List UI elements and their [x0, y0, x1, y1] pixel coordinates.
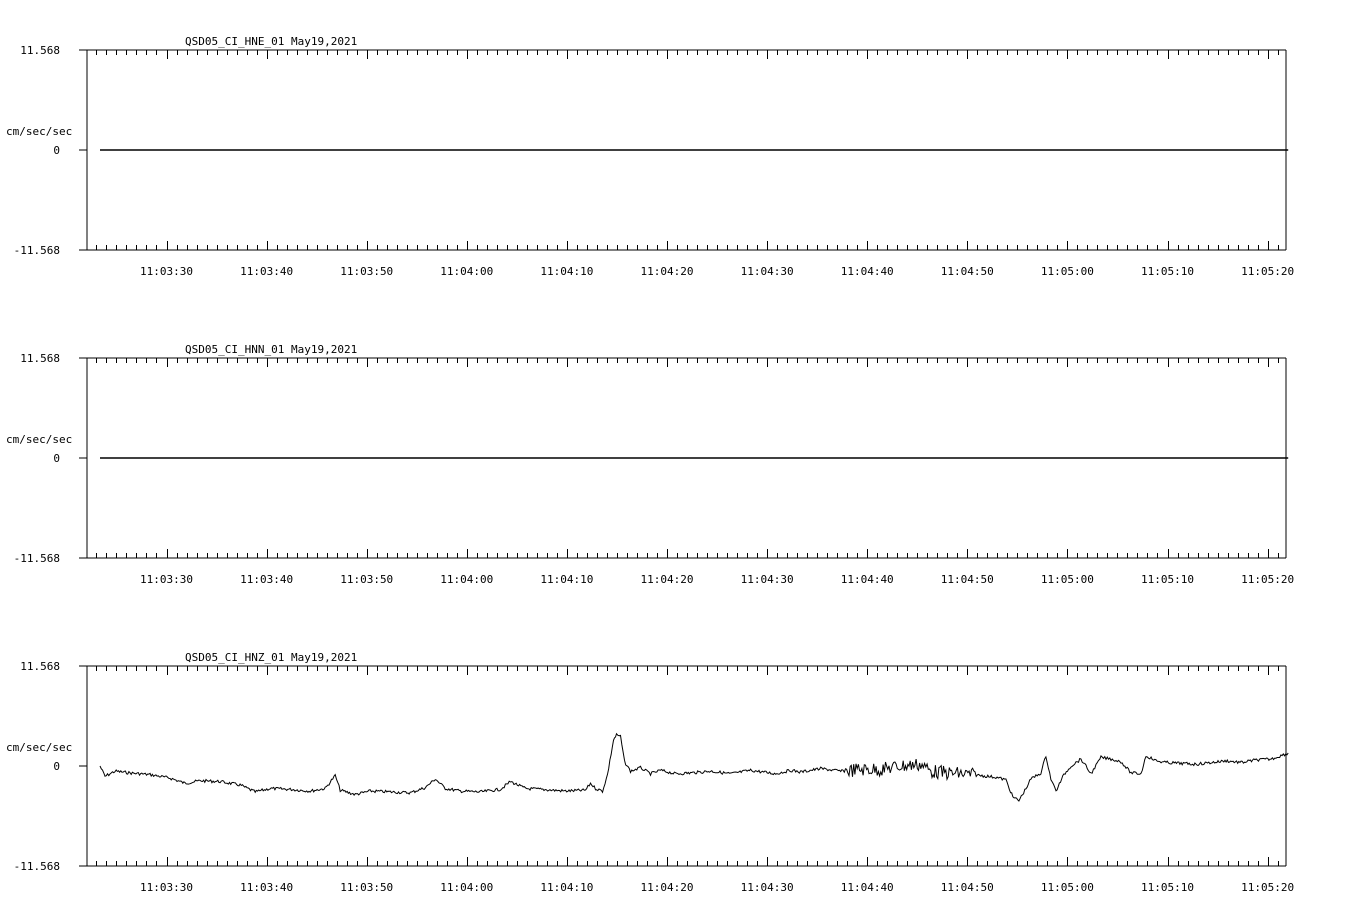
x-tick-label: 11:04:30 — [741, 573, 794, 586]
x-tick-label: 11:04:40 — [841, 265, 894, 278]
y-tick-label: 0 — [53, 144, 60, 157]
x-tick-label: 11:03:30 — [140, 881, 193, 894]
x-tick-label: 11:05:10 — [1141, 265, 1194, 278]
x-tick-label: 11:03:50 — [340, 881, 393, 894]
panel-title: QSD05_CI_HNE_01 May19,2021 — [185, 35, 357, 48]
x-tick-label: 11:04:40 — [841, 573, 894, 586]
x-tick-label: 11:04:00 — [440, 573, 493, 586]
y-tick-label: -11.568 — [14, 552, 60, 565]
x-tick-label: 11:05:20 — [1241, 265, 1294, 278]
y-axis-label: cm/sec/sec — [6, 741, 72, 754]
y-tick-label: 11.568 — [20, 352, 60, 365]
x-tick-label: 11:05:10 — [1141, 573, 1194, 586]
x-tick-label: 11:04:50 — [941, 265, 994, 278]
x-tick-label: 11:03:30 — [140, 265, 193, 278]
x-tick-label: 11:03:40 — [240, 573, 293, 586]
panel-1: 11.568 0 -11.568 cm/sec/sec QSD05_CI_HNE_01 … — [6, 35, 1294, 278]
x-tick-label: 11:04:20 — [641, 265, 694, 278]
panel-3: 11.568 0 -11.568 cm/sec/sec QSD05_CI_HNZ_01 … — [6, 651, 1294, 894]
x-tick-label: 11:03:40 — [240, 881, 293, 894]
x-tick-label: 11:04:10 — [540, 573, 593, 586]
x-tick-label: 11:04:50 — [941, 881, 994, 894]
panel-title: QSD05_CI_HNN_01 May19,2021 — [185, 343, 357, 356]
x-tick-label: 11:04:00 — [440, 265, 493, 278]
x-tick-label: 11:03:50 — [340, 265, 393, 278]
x-tick-label: 11:05:00 — [1041, 573, 1094, 586]
x-tick-label: 11:04:20 — [641, 573, 694, 586]
x-tick-label: 11:05:20 — [1241, 573, 1294, 586]
x-tick-label: 11:05:10 — [1141, 881, 1194, 894]
panel-title: QSD05_CI_HNZ_01 May19,2021 — [185, 651, 357, 664]
x-tick-label: 11:04:10 — [540, 881, 593, 894]
x-tick-label: 11:04:30 — [741, 265, 794, 278]
x-tick-label: 11:03:30 — [140, 573, 193, 586]
y-tick-label: -11.568 — [14, 244, 60, 257]
x-tick-label: 11:03:50 — [340, 573, 393, 586]
x-tick-label: 11:05:20 — [1241, 881, 1294, 894]
x-tick-label: 11:05:00 — [1041, 881, 1094, 894]
y-tick-label: 11.568 — [20, 44, 60, 57]
y-tick-label: 0 — [53, 760, 60, 773]
waveform-trace — [100, 734, 1288, 801]
panel-2: 11.568 0 -11.568 cm/sec/sec QSD05_CI_HNN_01 … — [6, 343, 1294, 586]
y-tick-label: 11.568 — [20, 660, 60, 673]
y-axis-label: cm/sec/sec — [6, 125, 72, 138]
x-tick-label: 11:04:20 — [641, 881, 694, 894]
y-tick-label: 0 — [53, 452, 60, 465]
x-tick-label: 11:04:10 — [540, 265, 593, 278]
y-axis-label: cm/sec/sec — [6, 433, 72, 446]
x-tick-label: 11:04:00 — [440, 881, 493, 894]
x-tick-label: 11:03:40 — [240, 265, 293, 278]
seismogram-figure: 11.568 0 -11.568 cm/sec/sec QSD05_CI_HNE_01 … — [0, 0, 1358, 924]
x-tick-label: 11:04:50 — [941, 573, 994, 586]
y-tick-label: -11.568 — [14, 860, 60, 873]
x-tick-label: 11:04:40 — [841, 881, 894, 894]
x-tick-label: 11:05:00 — [1041, 265, 1094, 278]
x-tick-label: 11:04:30 — [741, 881, 794, 894]
